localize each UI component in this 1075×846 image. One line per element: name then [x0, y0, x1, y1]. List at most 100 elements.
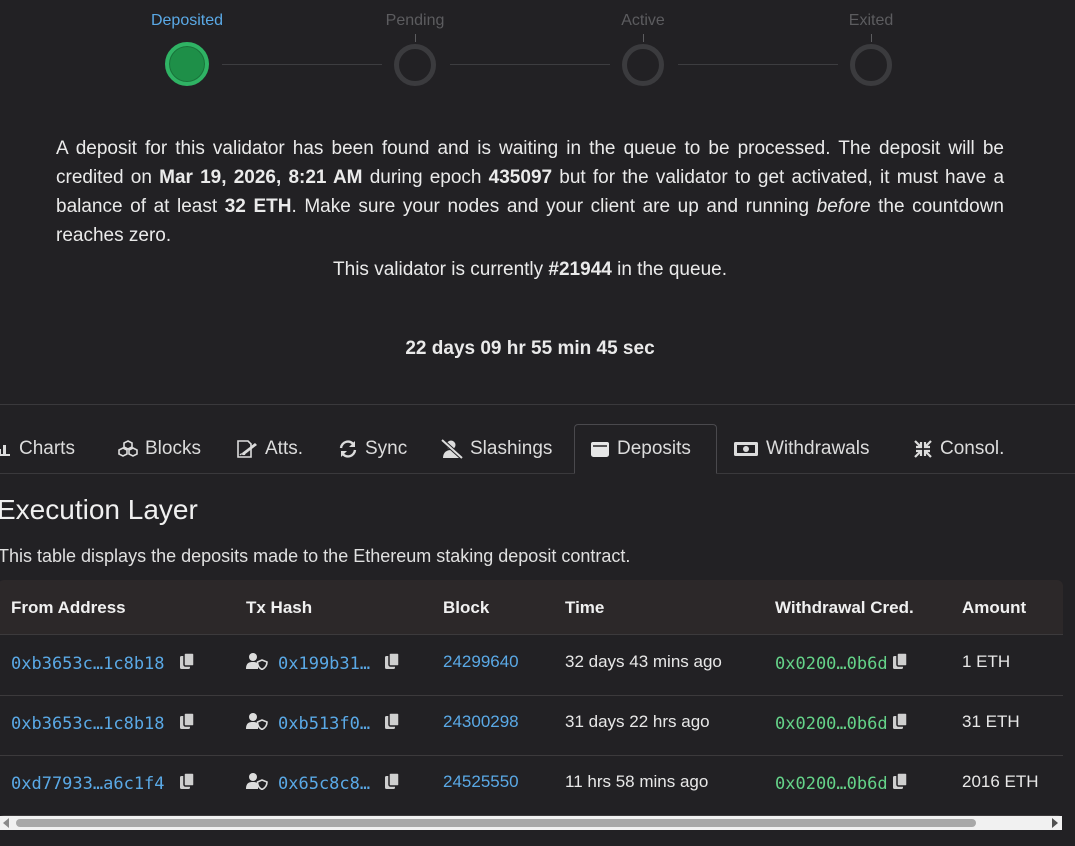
money-bill-icon [733, 441, 759, 457]
step-connector [450, 64, 610, 65]
table-header: From Address Tx Hash Block Time Withdraw… [0, 580, 1063, 635]
cubes-icon [118, 439, 138, 458]
block-cell: 24300298 [443, 712, 519, 732]
tab-label: Blocks [145, 437, 201, 459]
step-connector [222, 64, 382, 65]
from-address-cell: 0xb3653c…1c8b18 [11, 652, 195, 675]
time-cell: 11 hrs 58 mins ago [565, 772, 709, 791]
queue-suffix: in the queue. [611, 259, 727, 280]
step-tick [643, 34, 644, 42]
tab-label: Withdrawals [766, 437, 870, 459]
description-text: . Make sure your nodes and your client a… [291, 196, 817, 217]
compress-icon [913, 439, 933, 459]
block-cell: 24525550 [443, 772, 519, 792]
queue-position: #21944 [548, 259, 612, 280]
copy-icon[interactable] [892, 652, 908, 675]
column-header-amount[interactable]: Amount [962, 598, 1026, 618]
block-link[interactable]: 24525550 [443, 772, 519, 792]
column-header-block[interactable]: Block [443, 598, 489, 618]
tx-hash-cell: 0x199b31… [246, 652, 400, 675]
step-tick [871, 34, 872, 42]
from-address-cell: 0xb3653c…1c8b18 [11, 712, 195, 735]
deposit-status-description: A deposit for this validator has been fo… [56, 134, 1004, 250]
from-address-link[interactable]: 0xb3653c…1c8b18 [11, 654, 165, 674]
user-shield-icon [246, 772, 268, 795]
divider [0, 404, 1075, 405]
copy-icon[interactable] [179, 772, 195, 795]
from-address-cell: 0xd77933…a6c1f4 [11, 772, 195, 795]
copy-icon[interactable] [384, 712, 400, 735]
tab-withdrawals[interactable]: Withdrawals [733, 424, 869, 473]
user-slash-icon [441, 438, 463, 459]
withdrawal-cred-cell: 0x0200…0b6d [775, 712, 908, 735]
tab-consolidations[interactable]: Consol. [913, 424, 1004, 473]
file-signature-icon [236, 439, 258, 458]
column-header-time[interactable]: Time [565, 598, 604, 618]
copy-icon[interactable] [892, 772, 908, 795]
scroll-right-arrow-icon[interactable] [1052, 818, 1058, 828]
activation-countdown: 22 days 09 hr 55 min 45 sec [405, 338, 655, 359]
user-shield-icon [246, 712, 268, 735]
tab-sync[interactable]: Sync [338, 424, 407, 473]
copy-icon[interactable] [179, 652, 195, 675]
amount-cell: 31 ETH [962, 712, 1020, 731]
deposits-table: From Address Tx Hash Block Time Withdraw… [0, 580, 1063, 816]
withdrawal-cred-link[interactable]: 0x0200…0b6d [775, 714, 888, 734]
tab-label: Atts. [265, 437, 304, 459]
tab-label: Deposits [617, 438, 691, 459]
withdrawal-cred-cell: 0x0200…0b6d [775, 652, 908, 675]
tab-blocks[interactable]: Blocks [118, 424, 201, 473]
sync-icon [338, 439, 358, 458]
block-link[interactable]: 24300298 [443, 712, 519, 732]
credit-date: Mar 19, 2026, 8:21 AM [159, 167, 363, 188]
tab-slashings[interactable]: Slashings [441, 424, 552, 473]
time-cell: 31 days 22 hrs ago [565, 712, 710, 731]
copy-icon[interactable] [179, 712, 195, 735]
column-header-from[interactable]: From Address [11, 598, 126, 618]
epoch-number: 435097 [488, 167, 553, 188]
copy-icon[interactable] [384, 652, 400, 675]
block-cell: 24299640 [443, 652, 519, 672]
tx-hash-link[interactable]: 0xb513f0… [278, 714, 370, 734]
section-title: Execution Layer [0, 494, 198, 525]
tx-hash-cell: 0xb513f0… [246, 712, 400, 735]
tx-hash-cell: 0x65c8c8… [246, 772, 400, 795]
description-emphasis: before [816, 196, 871, 217]
step-circle-exited [850, 44, 892, 86]
amount-cell: 2016 ETH [962, 772, 1039, 791]
time-cell: 32 days 43 mins ago [565, 652, 722, 671]
user-shield-icon [246, 652, 268, 675]
validator-tabs: Charts Blocks Atts. Sync Slashings Depos… [0, 424, 1075, 474]
step-circle-pending [394, 44, 436, 86]
step-circle-active [622, 44, 664, 86]
scroll-left-arrow-icon[interactable] [3, 818, 9, 828]
withdrawal-cred-link[interactable]: 0x0200…0b6d [775, 774, 888, 794]
tx-hash-link[interactable]: 0x65c8c8… [278, 774, 370, 794]
tab-deposits[interactable]: Deposits [574, 424, 717, 474]
withdrawal-cred-cell: 0x0200…0b6d [775, 772, 908, 795]
step-tick [415, 34, 416, 42]
from-address-link[interactable]: 0xb3653c…1c8b18 [11, 714, 165, 734]
copy-icon[interactable] [384, 772, 400, 795]
scrollbar-thumb[interactable] [16, 819, 976, 827]
tab-charts[interactable]: Charts [0, 424, 75, 473]
withdrawal-cred-link[interactable]: 0x0200…0b6d [775, 654, 888, 674]
table-horizontal-scrollbar[interactable] [0, 816, 1062, 830]
queue-position-text: This validator is currently #21944 in th… [0, 259, 1060, 281]
table-row: 0xb3653c…1c8b18 0x199b31… 24299640 32 da… [0, 635, 1063, 696]
tab-attestations[interactable]: Atts. [236, 424, 303, 473]
copy-icon[interactable] [892, 712, 908, 735]
table-row: 0xb3653c…1c8b18 0xb513f0… 24300298 31 da… [0, 695, 1063, 756]
description-text: during epoch [362, 167, 489, 188]
section-description: This table displays the deposits made to… [0, 546, 631, 566]
step-circle-deposited [165, 42, 209, 86]
column-header-withdrawal-cred[interactable]: Withdrawal Cred. [775, 598, 914, 618]
column-header-tx-hash[interactable]: Tx Hash [246, 598, 312, 618]
step-label-active: Active [621, 12, 665, 29]
required-balance: 32 ETH [224, 196, 292, 217]
tx-hash-link[interactable]: 0x199b31… [278, 654, 370, 674]
step-label-deposited: Deposited [150, 12, 224, 29]
from-address-link[interactable]: 0xd77933…a6c1f4 [11, 774, 165, 794]
block-link[interactable]: 24299640 [443, 652, 519, 672]
table-row: 0xd77933…a6c1f4 0x65c8c8… 24525550 11 hr… [0, 755, 1063, 816]
